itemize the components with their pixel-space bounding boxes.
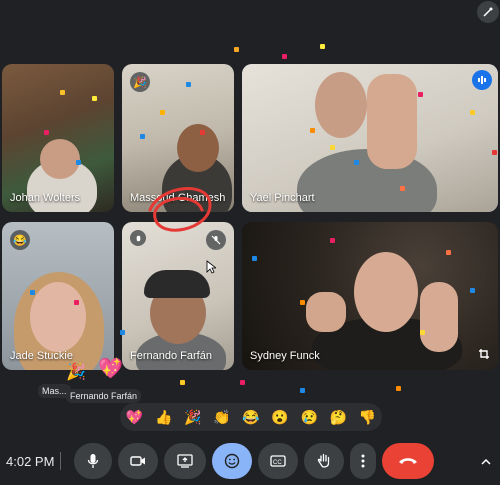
reactions-button[interactable]	[212, 443, 252, 479]
confetti-piece	[76, 160, 81, 165]
reaction-thumbs-down[interactable]: 👎	[359, 409, 376, 426]
confetti-piece	[470, 110, 475, 115]
confetti-piece	[30, 290, 35, 295]
confetti-piece	[44, 130, 49, 135]
participant-tile-jade[interactable]: 😂 Jade Stuckie	[2, 222, 114, 370]
confetti-piece	[282, 54, 287, 59]
more-options-button[interactable]	[350, 443, 376, 479]
participant-name: Yael Pinchart	[250, 192, 315, 204]
microphone-button[interactable]	[74, 443, 112, 479]
cap-video	[144, 270, 210, 298]
confetti-piece	[418, 92, 423, 97]
reaction-badge: 😂	[10, 230, 30, 250]
confetti-piece	[400, 186, 405, 191]
confetti-piece	[396, 386, 401, 391]
reaction-sender-label: Fernando Farfán	[66, 389, 142, 403]
hand-video	[420, 282, 458, 352]
mouse-cursor	[206, 260, 216, 274]
confetti-piece	[74, 300, 79, 305]
confetti-piece	[252, 256, 257, 261]
confetti-piece	[300, 388, 305, 393]
confetti-piece	[420, 330, 425, 335]
confetti-piece	[470, 288, 475, 293]
participant-tile-johan[interactable]: Johan Wolters	[2, 64, 114, 212]
reaction-party[interactable]: 🎉	[184, 409, 201, 426]
svg-text:CC: CC	[273, 460, 282, 466]
reaction-surprised[interactable]: 😮	[271, 409, 288, 426]
confetti-piece	[330, 238, 335, 243]
reaction-heart[interactable]: 💖	[126, 409, 143, 426]
hands-video	[367, 74, 417, 169]
confetti-piece	[160, 110, 165, 115]
reaction-picker: 💖 👍 🎉 👏 😂 😮 😢 🤔 👎	[120, 403, 382, 431]
confetti-piece	[300, 300, 305, 305]
crop-icon	[479, 349, 489, 359]
reaction-laugh[interactable]: 😂	[242, 409, 259, 426]
confetti-piece	[234, 47, 239, 52]
confetti-piece	[120, 330, 125, 335]
confetti-piece	[492, 150, 497, 155]
expand-bar-button[interactable]	[476, 452, 496, 472]
raise-hand-icon	[317, 453, 330, 468]
effects-button[interactable]	[477, 1, 499, 23]
emoji-icon	[224, 453, 240, 469]
confetti-piece	[330, 145, 335, 150]
confetti-piece	[60, 90, 65, 95]
floating-reaction: 💖	[98, 358, 123, 380]
raise-hand-button[interactable]	[304, 443, 344, 479]
participant-tile-yael[interactable]: Yael Pinchart	[242, 64, 498, 212]
chevron-up-icon	[481, 459, 491, 465]
leave-call-button[interactable]	[382, 443, 434, 479]
floating-reaction: 🎉	[66, 364, 86, 381]
speaking-indicator	[472, 70, 492, 90]
confetti-piece	[446, 250, 451, 255]
reaction-thumbs-up[interactable]: 👍	[155, 409, 172, 426]
annotation-scribble	[148, 187, 212, 232]
clock-divider	[60, 452, 61, 470]
confetti-piece	[140, 134, 145, 139]
end-call-icon	[399, 458, 417, 464]
more-vert-icon	[361, 454, 365, 468]
camera-button[interactable]	[118, 443, 158, 479]
confetti-piece	[186, 82, 191, 87]
closed-captions-icon: CC	[270, 455, 286, 467]
present-button[interactable]	[164, 443, 206, 479]
confetti-piece	[200, 130, 205, 135]
confetti-piece	[320, 44, 325, 49]
confetti-piece	[354, 160, 359, 165]
participant-name: Jade Stuckie	[10, 350, 73, 362]
hand-video	[306, 292, 346, 332]
video-camera-icon	[130, 456, 145, 466]
captions-button[interactable]: CC	[258, 443, 298, 479]
reaction-clap[interactable]: 👏	[213, 409, 230, 426]
confetti-piece	[310, 128, 315, 133]
confetti-piece	[180, 380, 185, 385]
participant-name: Fernando Farfán	[130, 350, 212, 362]
reaction-badge: 🎉	[130, 72, 150, 92]
reaction-sad[interactable]: 😢	[300, 409, 317, 426]
audio-level-icon	[478, 76, 486, 84]
confetti-piece	[240, 380, 245, 385]
present-screen-icon	[177, 454, 193, 468]
participant-tile-sydney[interactable]: Sydney Funck	[242, 222, 498, 370]
crop-button[interactable]	[474, 344, 494, 364]
participant-name: Johan Wolters	[10, 192, 81, 204]
confetti-piece	[92, 96, 97, 101]
microphone-icon	[87, 454, 99, 468]
reaction-thinking[interactable]: 🤔	[330, 409, 347, 426]
participant-name: Sydney Funck	[250, 350, 320, 362]
magic-wand-icon	[483, 7, 493, 17]
meeting-clock: 4:02 PM	[6, 454, 55, 469]
